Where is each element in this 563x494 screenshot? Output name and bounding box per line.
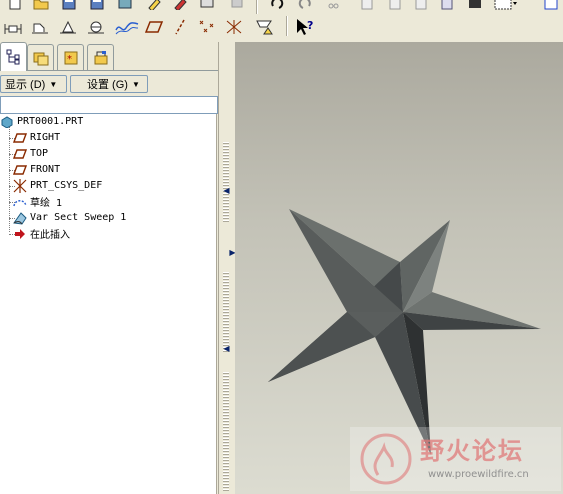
chevron-down-icon: ▼ <box>49 79 58 89</box>
show-label: 显示 (D) <box>5 79 46 91</box>
tree-item-label: 在此插入 <box>30 230 70 241</box>
coordinate-system-icon <box>13 178 27 193</box>
send-mail-icon[interactable] <box>170 0 192 14</box>
printer-icon[interactable] <box>196 0 218 14</box>
splitter-grip[interactable] <box>223 372 229 492</box>
model-tree-icon <box>6 49 19 65</box>
annotation-display-icon[interactable] <box>254 16 276 38</box>
datum-display-icon[interactable] <box>436 0 458 14</box>
tree-item-label: Var Sect Sweep 1 <box>30 212 127 223</box>
tree-item-label: PRT_CSYS_DEF <box>30 180 103 191</box>
tree-item-top[interactable]: TOP <box>13 146 48 161</box>
paste-special-icon[interactable] <box>384 0 406 14</box>
datum-plane-display-icon[interactable] <box>144 16 166 38</box>
settings-label: 设置 (G) <box>87 79 128 91</box>
save-icon[interactable] <box>58 0 80 14</box>
copy-icon[interactable] <box>322 0 344 14</box>
chevron-down-icon: ▼ <box>131 79 140 89</box>
csys-display-icon[interactable] <box>224 16 246 38</box>
context-help-icon[interactable]: ? <box>294 16 316 38</box>
reorient-icon[interactable] <box>85 16 107 38</box>
tree-filter-field[interactable] <box>0 96 218 114</box>
splitter-grip[interactable] <box>223 142 229 222</box>
show-dropdown[interactable]: 显示 (D) ▼ <box>0 75 67 93</box>
datum-plane-icon <box>13 163 27 176</box>
open-icon[interactable] <box>30 0 52 14</box>
refit-icon[interactable] <box>2 16 24 38</box>
tree-item-var-sect-sweep[interactable]: Var Sect Sweep 1 <box>13 210 126 225</box>
navigator-panel: * 显示 (D) ▼ 设置 (G) ▼ PRT0001.PRT RIGHT TO… <box>0 42 218 494</box>
part-icon <box>0 115 14 128</box>
main-toolbar <box>0 0 563 15</box>
svg-text:?: ? <box>307 19 313 32</box>
tree-item-sketch[interactable]: 草绘 1 <box>13 194 62 209</box>
datum-plane-icon <box>13 131 27 144</box>
help-icon[interactable] <box>540 0 562 14</box>
forum-watermark: 野火论坛 www.proewildfire.cn <box>348 425 563 493</box>
tab-strip-divider <box>0 70 218 71</box>
tree-item-insert-here[interactable]: 在此插入 <box>13 226 70 241</box>
watermark-title: 野火论坛 <box>420 437 524 465</box>
new-icon[interactable] <box>4 0 26 14</box>
view-box-icon[interactable] <box>492 0 520 14</box>
connections-icon <box>94 51 107 65</box>
regenerate-icon[interactable] <box>410 0 432 14</box>
tree-item-label: RIGHT <box>30 132 61 143</box>
datum-point-display-icon[interactable] <box>196 16 218 38</box>
model-tree-tab[interactable] <box>0 42 27 71</box>
cut-icon[interactable] <box>294 0 316 14</box>
redo-icon[interactable] <box>266 0 288 14</box>
tree-item-label: FRONT <box>30 164 61 175</box>
tree-root-label: PRT0001.PRT <box>17 116 84 127</box>
insert-here-arrow-icon <box>13 227 27 240</box>
datum-plane-icon <box>13 147 27 160</box>
view-toolbar: ? <box>0 14 563 42</box>
collapse-arrow-icon[interactable]: ◀ <box>222 344 231 353</box>
splitter-grip[interactable] <box>223 272 229 352</box>
favorites-icon: * <box>64 51 77 65</box>
tree-item-csys[interactable]: PRT_CSYS_DEF <box>13 178 102 193</box>
print-icon[interactable] <box>114 0 136 14</box>
sketch-icon <box>13 195 27 208</box>
save-copy-icon[interactable] <box>86 0 108 14</box>
tree-root-node[interactable]: PRT0001.PRT <box>0 114 83 129</box>
variable-section-sweep-icon <box>13 211 27 225</box>
connections-tab[interactable] <box>87 44 114 71</box>
selection-box-icon[interactable] <box>464 0 486 14</box>
model-tree: PRT0001.PRT RIGHT TOP FRONT PRT_CSYS_DEF… <box>0 114 217 494</box>
collapse-arrow-icon[interactable]: ◀ <box>222 186 231 195</box>
svg-text:*: * <box>67 54 72 65</box>
watermark-url: www.proewildfire.cn <box>428 469 529 480</box>
highlight-icon[interactable] <box>144 0 166 14</box>
folder-browser-tab[interactable] <box>27 44 54 71</box>
zoom-in-icon[interactable] <box>29 16 51 38</box>
view-manager-icon[interactable] <box>114 16 140 38</box>
tree-item-label: TOP <box>30 148 49 159</box>
panel-splitter[interactable]: ◀ ▶ ◀ <box>218 42 236 494</box>
undo-icon[interactable] <box>226 0 248 14</box>
favorites-tab[interactable]: * <box>57 44 84 71</box>
folder-browser-icon <box>33 52 48 66</box>
zoom-out-icon[interactable] <box>57 16 79 38</box>
tree-connector <box>9 127 10 232</box>
datum-axis-display-icon[interactable] <box>170 16 192 38</box>
tree-item-label: 草绘 1 <box>30 198 63 209</box>
tree-item-right[interactable]: RIGHT <box>13 130 60 145</box>
tree-item-front[interactable]: FRONT <box>13 162 60 177</box>
paste-icon[interactable] <box>356 0 378 14</box>
settings-dropdown[interactable]: 设置 (G) ▼ <box>70 75 148 93</box>
